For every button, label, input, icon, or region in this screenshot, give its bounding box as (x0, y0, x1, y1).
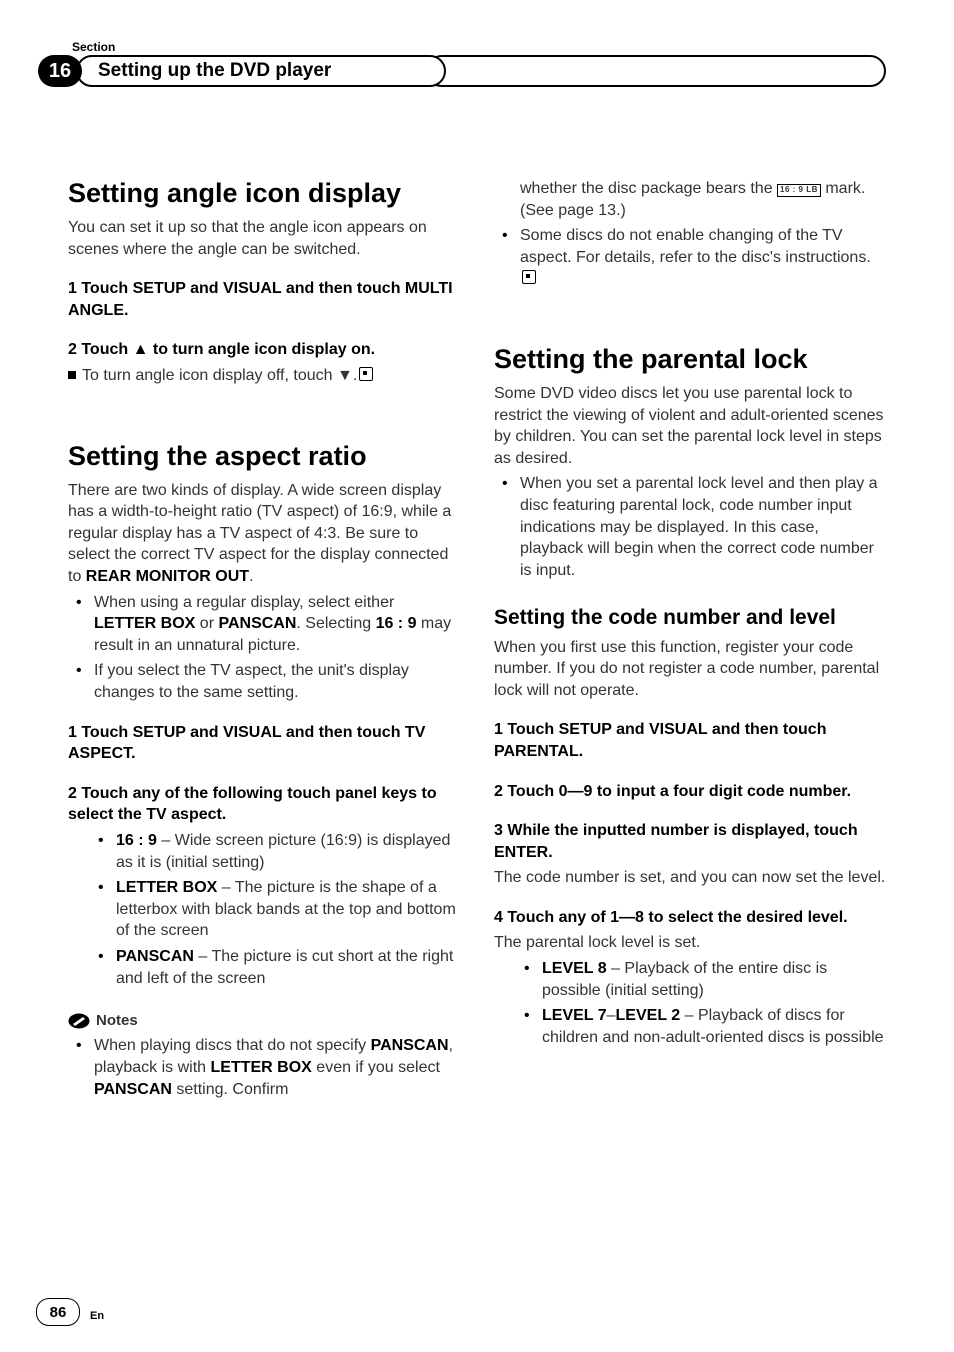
list-item: 16 : 9 – Wide screen picture (16:9) is d… (68, 830, 460, 873)
page-footer: 86 En (36, 1298, 104, 1326)
column-right: whether the disc package bears the 16 : … (494, 178, 886, 1297)
notes-label: Notes (96, 1011, 138, 1031)
notes-list-cont: Some discs do not enable changing of the… (494, 225, 886, 290)
column-left: Setting angle icon display You can set i… (68, 178, 460, 1297)
chapter-bar: Setting up the DVD player 16 (38, 55, 886, 93)
para-code: When you first use this function, regist… (494, 637, 886, 702)
lang-label: En (90, 1310, 104, 1322)
note-angle-off: To turn angle icon display off, touch ▼. (68, 365, 460, 387)
list-item: When you set a parental lock level and t… (494, 473, 886, 581)
aspect-bullets: When using a regular display, select eit… (68, 592, 460, 704)
step-angle-1: 1 Touch SETUP and VISUAL and then touch … (68, 278, 460, 321)
square-bullet-icon (68, 371, 76, 379)
chapter-title: Setting up the DVD player (98, 60, 331, 82)
note-cont: whether the disc package bears the 16 : … (494, 178, 886, 221)
step-parental-2: 2 Touch 0—9 to input a four digit code n… (494, 781, 886, 803)
para-parental: Some DVD video discs let you use parenta… (494, 383, 886, 469)
list-item: When using a regular display, select eit… (68, 592, 460, 657)
page: Section Setting up the DVD player 16 Set… (0, 0, 954, 1352)
para-code-set: The code number is set, and you can now … (494, 867, 886, 889)
section-label: Section (72, 40, 115, 54)
content-columns: Setting angle icon display You can set i… (68, 178, 886, 1297)
notes-list: When playing discs that do not specify P… (68, 1035, 460, 1100)
step-aspect-1: 1 Touch SETUP and VISUAL and then touch … (68, 722, 460, 765)
list-item: If you select the TV aspect, the unit's … (68, 660, 460, 703)
list-item: PANSCAN – The picture is cut short at th… (68, 946, 460, 989)
notes-header: Notes (68, 1011, 460, 1031)
aspect-options: 16 : 9 – Wide screen picture (16:9) is d… (68, 830, 460, 989)
list-item: LETTER BOX – The picture is the shape of… (68, 877, 460, 942)
para-aspect: There are two kinds of display. A wide s… (68, 480, 460, 588)
level-list: LEVEL 8 – Playback of the entire disc is… (494, 958, 886, 1048)
page-number: 86 (36, 1298, 80, 1326)
list-item: Some discs do not enable changing of the… (494, 225, 886, 290)
step-aspect-2: 2 Touch any of the following touch panel… (68, 783, 460, 826)
list-item: LEVEL 8 – Playback of the entire disc is… (494, 958, 886, 1001)
heading-angle: Setting angle icon display (68, 178, 460, 209)
pencil-icon (68, 1013, 90, 1029)
end-icon (522, 270, 536, 284)
step-parental-1: 1 Touch SETUP and VISUAL and then touch … (494, 719, 886, 762)
end-icon (359, 367, 373, 381)
chapter-lozenge-left: Setting up the DVD player (76, 55, 446, 87)
chapter-badge: 16 (38, 55, 82, 87)
para-level-set: The parental lock level is set. (494, 932, 886, 954)
step-angle-2: 2 Touch ▲ to turn angle icon display on. (68, 339, 460, 361)
parental-bullets: When you set a parental lock level and t… (494, 473, 886, 581)
heading-aspect: Setting the aspect ratio (68, 441, 460, 472)
step-parental-3: 3 While the inputted number is displayed… (494, 820, 886, 863)
para-angle: You can set it up so that the angle icon… (68, 217, 460, 260)
step-parental-4: 4 Touch any of 1—8 to select the desired… (494, 907, 886, 929)
list-item: When playing discs that do not specify P… (68, 1035, 460, 1100)
chapter-lozenge-right (426, 55, 886, 87)
lb-mark-icon: 16 : 9 LB (777, 184, 821, 197)
list-item: LEVEL 7–LEVEL 2 – Playback of discs for … (494, 1005, 886, 1048)
subheading-code: Setting the code number and level (494, 605, 886, 630)
heading-parental: Setting the parental lock (494, 344, 886, 375)
